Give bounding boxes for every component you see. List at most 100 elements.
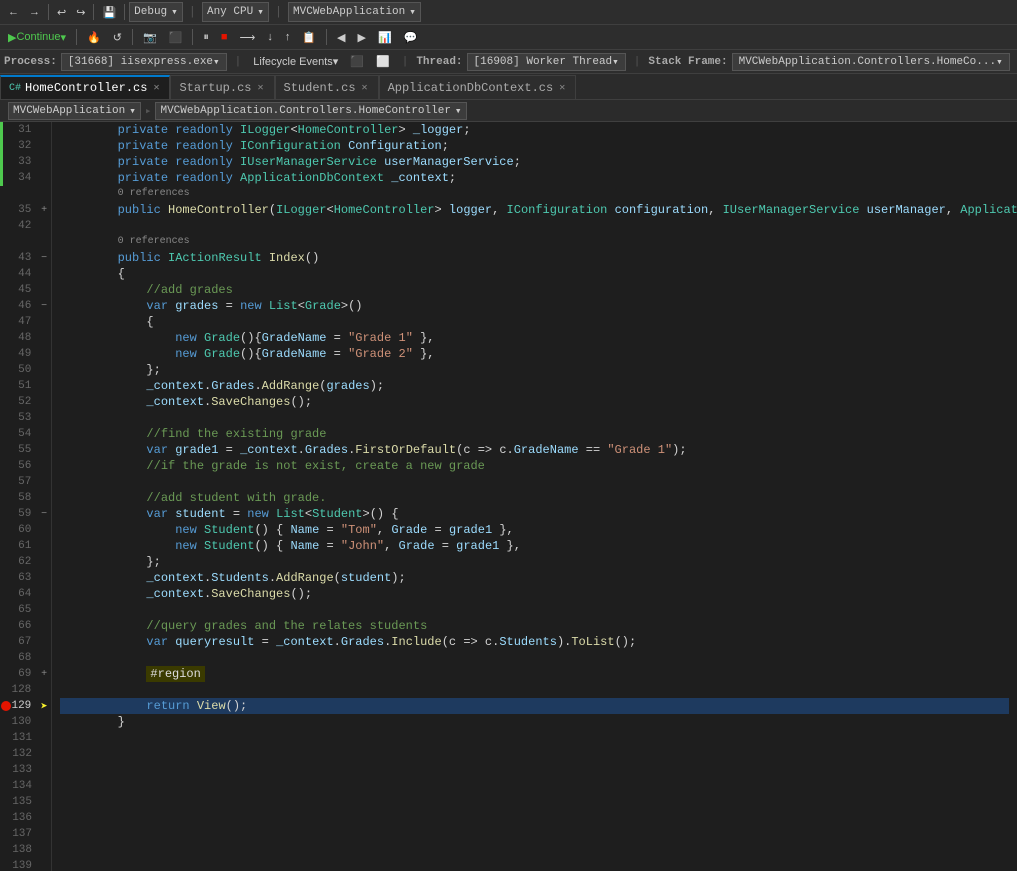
gutter-row: 44 bbox=[0, 266, 51, 282]
project-breadcrumb[interactable]: MVCWebApplication ▾ bbox=[8, 102, 141, 120]
gutter-row: 51 bbox=[0, 378, 51, 394]
code-line-62: }; bbox=[60, 554, 1009, 570]
code-line-ref2: 0 references bbox=[60, 234, 1009, 250]
code-line-47: { bbox=[60, 314, 1009, 330]
collapse-icon[interactable]: − bbox=[41, 301, 47, 312]
chevron-down-icon: ▾ bbox=[409, 5, 416, 19]
code-line-51: _context.Grades.AddRange(grades); bbox=[60, 378, 1009, 394]
chevron-down-icon: ▾ bbox=[61, 31, 67, 44]
back-btn[interactable]: ← bbox=[4, 2, 23, 22]
gutter-row: 62 bbox=[0, 554, 51, 570]
forward-btn[interactable]: → bbox=[25, 2, 44, 22]
code-line-65 bbox=[60, 602, 1009, 618]
collapse-icon[interactable]: − bbox=[41, 509, 47, 520]
step-out-btn[interactable]: ↑ bbox=[281, 27, 295, 47]
code-line-68 bbox=[60, 650, 1009, 666]
code-editor[interactable]: private readonly ILogger<HomeController>… bbox=[52, 122, 1017, 871]
restart-btn[interactable]: ↺ bbox=[109, 27, 126, 47]
code-line-42 bbox=[60, 218, 1009, 234]
next-btn[interactable]: ▶ bbox=[353, 27, 369, 47]
code-line-63: _context.Students.AddRange(student); bbox=[60, 570, 1009, 586]
step-into-btn[interactable]: ↓ bbox=[263, 27, 277, 47]
project-label: MVCWebApplication bbox=[13, 105, 125, 117]
redo-btn[interactable]: ↪ bbox=[72, 2, 89, 22]
sep4 bbox=[76, 29, 77, 45]
sep2 bbox=[93, 4, 94, 20]
code-line-59: var student = new List<Student>() { bbox=[60, 506, 1009, 522]
gutter-row: 133 bbox=[0, 762, 51, 778]
gutter-row: 52 bbox=[0, 394, 51, 410]
save-btn[interactable]: 💾 bbox=[98, 2, 120, 22]
cpu-btn[interactable]: ⬛ bbox=[165, 27, 187, 47]
process-dropdown[interactable]: [31668] iisexpress.exe ▾ bbox=[61, 53, 227, 71]
class-breadcrumb[interactable]: MVCWebApplication.Controllers.HomeContro… bbox=[155, 102, 466, 120]
gutter-row: 135 bbox=[0, 794, 51, 810]
code-line-43: public IActionResult Index() bbox=[60, 250, 1009, 266]
undo-btn[interactable]: ↩ bbox=[53, 2, 70, 22]
debug-dropdown[interactable]: Debug ▾ bbox=[129, 2, 183, 22]
collapse-icon[interactable]: + bbox=[41, 205, 47, 216]
stack-dropdown[interactable]: MVCWebApplication.Controllers.HomeCo... … bbox=[732, 53, 1010, 71]
tab-close-btn[interactable]: ✕ bbox=[255, 81, 265, 95]
code-line-134 bbox=[60, 778, 1009, 794]
gutter-row: 131 bbox=[0, 730, 51, 746]
tab-label: Startup.cs bbox=[179, 81, 251, 95]
thread-dropdown[interactable]: [16908] Worker Thread ▾ bbox=[467, 53, 626, 71]
collapse-icon[interactable]: − bbox=[41, 253, 47, 264]
gutter-row: 134 bbox=[0, 778, 51, 794]
hot-reload-btn[interactable]: 🔥 bbox=[83, 27, 105, 47]
tab-student[interactable]: Student.cs ✕ bbox=[275, 75, 379, 99]
cpu-dropdown[interactable]: Any CPU ▾ bbox=[202, 2, 269, 22]
gutter-row: 33 bbox=[0, 154, 51, 170]
tab-startup[interactable]: Startup.cs ✕ bbox=[170, 75, 274, 99]
pause-btn[interactable]: ⏸ bbox=[199, 27, 213, 47]
chevron-down-icon: ▾ bbox=[333, 55, 339, 68]
sep6 bbox=[192, 29, 193, 45]
tab-close-btn[interactable]: ✕ bbox=[151, 81, 161, 95]
tab-applicationdbcontext[interactable]: ApplicationDbContext.cs ✕ bbox=[379, 75, 577, 99]
app-label: MVCWebApplication bbox=[293, 6, 405, 18]
stack-label: Stack Frame: bbox=[648, 56, 727, 68]
code-line-35: public HomeController(ILogger<HomeContro… bbox=[60, 202, 1009, 218]
tab-label: Student.cs bbox=[284, 81, 356, 95]
gutter-row: 63 bbox=[0, 570, 51, 586]
breakpoint-icon[interactable] bbox=[1, 701, 11, 711]
app-dropdown[interactable]: MVCWebApplication ▾ bbox=[288, 2, 421, 22]
lifecycle-label: Lifecycle Events bbox=[253, 56, 332, 68]
continue-btn[interactable]: ▶ Continue ▾ bbox=[4, 27, 70, 47]
play-icon: ▶ bbox=[8, 31, 16, 44]
process-label: Process: bbox=[4, 56, 57, 68]
sep7 bbox=[326, 29, 327, 45]
thread-label: Thread: bbox=[416, 56, 462, 68]
code-line-45: //add grades bbox=[60, 282, 1009, 298]
filter-btn[interactable]: ⬛ bbox=[346, 52, 368, 72]
gutter-row: 59− bbox=[0, 506, 51, 522]
tab-homecontroller[interactable]: C# HomeController.cs ✕ bbox=[0, 75, 170, 99]
stack-value: MVCWebApplication.Controllers.HomeCo... bbox=[739, 56, 996, 68]
collapse-icon[interactable]: + bbox=[41, 669, 47, 680]
tab-close-btn[interactable]: ✕ bbox=[360, 81, 370, 95]
tab-label: HomeController.cs bbox=[25, 81, 147, 95]
code-line-136 bbox=[60, 810, 1009, 826]
filter2-btn[interactable]: ⬜ bbox=[372, 52, 394, 72]
stop-btn[interactable]: ■ bbox=[217, 27, 232, 47]
feedback-btn[interactable]: 💬 bbox=[400, 27, 422, 47]
gutter-row: 132 bbox=[0, 746, 51, 762]
code-line-33: private readonly IUserManagerService use… bbox=[60, 154, 1009, 170]
gutter-row: 48 bbox=[0, 330, 51, 346]
gutter-row: 138 bbox=[0, 842, 51, 858]
tab-close-btn[interactable]: ✕ bbox=[557, 81, 567, 95]
step-over-btn[interactable]: ⟶ bbox=[236, 27, 260, 47]
prev-btn[interactable]: ◀ bbox=[333, 27, 349, 47]
code-line-46: var grades = new List<Grade>() bbox=[60, 298, 1009, 314]
sep3 bbox=[124, 4, 125, 20]
gutter-row: 34 bbox=[0, 170, 51, 186]
call-stack-btn[interactable]: 📋 bbox=[298, 27, 320, 47]
debug-arrow-icon: ➤ bbox=[41, 699, 48, 714]
line-numbers-gutter: 31 32 33 34 35+ 42 43− 44 45 46− 47 48 4… bbox=[0, 122, 52, 871]
lifecycle-btn[interactable]: Lifecycle Events ▾ bbox=[249, 52, 342, 72]
screenshot-btn[interactable]: 📷 bbox=[139, 27, 161, 47]
diag-btn[interactable]: 📊 bbox=[374, 27, 396, 47]
code-line-138 bbox=[60, 842, 1009, 858]
gutter-row: 31 bbox=[0, 122, 51, 138]
